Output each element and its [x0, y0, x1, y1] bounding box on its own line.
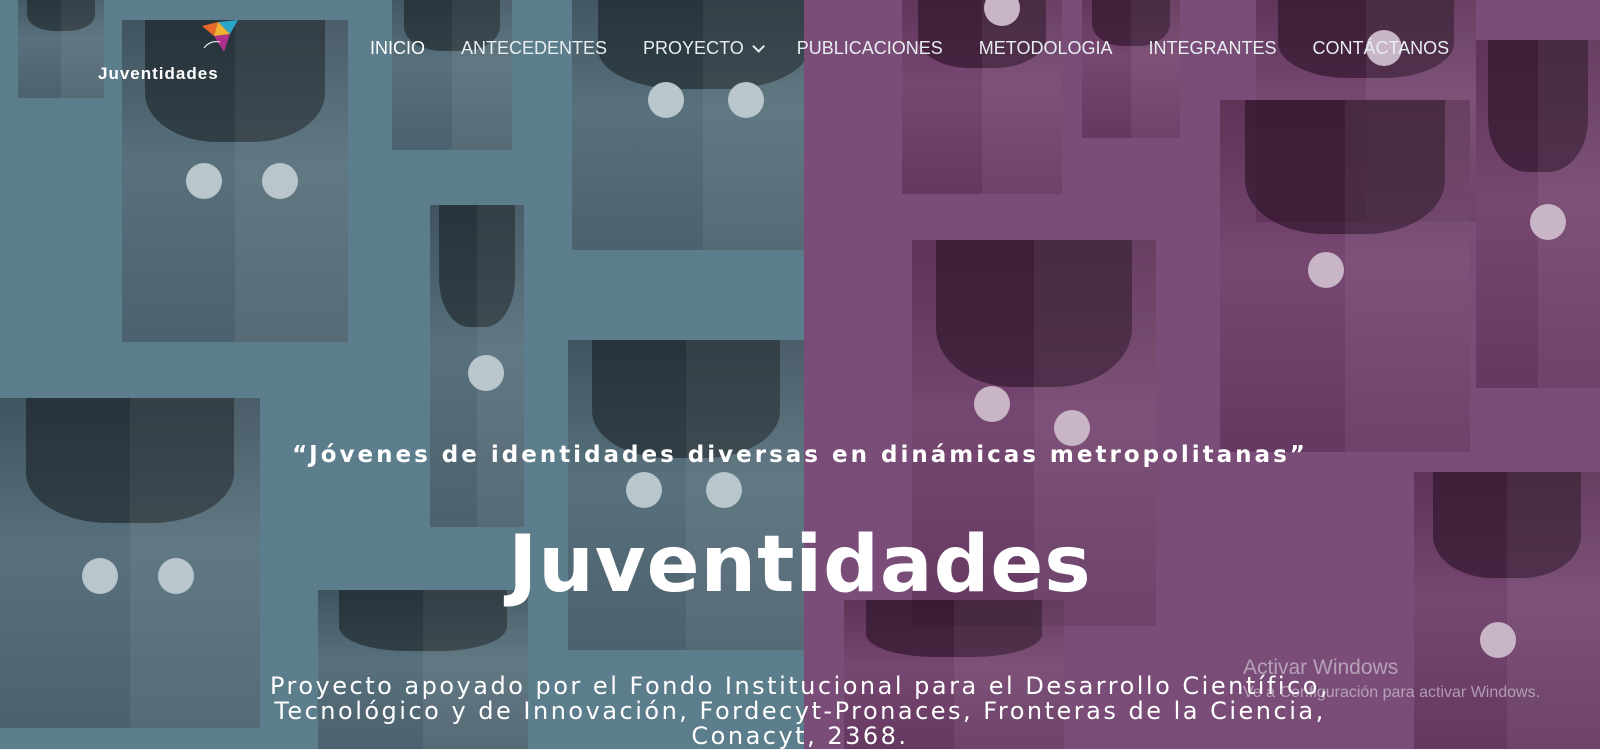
nav-item-label: ANTECEDENTES [461, 38, 608, 58]
hero-title: Juventidades [508, 520, 1092, 610]
portrait-photo [1220, 100, 1470, 452]
portrait-photo [1476, 40, 1600, 388]
watermark-subtitle: Ve a Configuración para activar Windows. [1243, 684, 1541, 701]
hero-right-panel [804, 0, 1600, 750]
nav-item-label: METODOLOGIA [978, 38, 1113, 58]
nav-item-publicaciones[interactable]: PUBLICACIONES [797, 38, 943, 59]
chevron-down-icon [751, 40, 765, 53]
portrait-photo [430, 205, 524, 527]
nav-item-label: INTEGRANTES [1148, 38, 1277, 58]
portrait-photo [1414, 472, 1600, 750]
hero-banner: Juventidades INICIO ANTECEDENTES PROYECT… [0, 0, 1600, 750]
hero-subtitle: Proyecto apoyado por el Fondo Institucio… [269, 674, 1331, 750]
nav-item-integrantes[interactable]: INTEGRANTES [1148, 38, 1276, 59]
windows-activation-watermark: Activar Windows Ve a Configuración para … [1243, 656, 1540, 702]
portrait-photo [18, 0, 104, 98]
nav-item-metodologia[interactable]: METODOLOGIA [979, 38, 1113, 59]
main-nav: INICIO ANTECEDENTES PROYECTO PUBLICACION… [370, 38, 1485, 59]
nav-item-antecedentes[interactable]: ANTECEDENTES [461, 38, 607, 59]
portrait-photo [392, 0, 512, 150]
nav-item-label: INICIO [370, 38, 426, 58]
logo-text: Juventidades [98, 64, 219, 83]
nav-item-label: PROYECTO [643, 38, 744, 58]
nav-item-inicio[interactable]: INICIO [370, 38, 425, 59]
hero-left-panel [0, 0, 834, 750]
hero-quote: “Jóvenes de identidades diversas en diná… [292, 442, 1308, 468]
portrait-photo [902, 0, 1062, 194]
nav-item-label: PUBLICACIONES [796, 38, 943, 58]
nav-item-proyecto[interactable]: PROYECTO [643, 38, 765, 59]
portrait-photo [1082, 0, 1180, 138]
site-logo[interactable]: Juventidades [98, 20, 248, 90]
nav-item-label: CONTÁCTANOS [1312, 38, 1450, 58]
origami-bird-icon [202, 20, 238, 52]
nav-item-contactanos[interactable]: CONTÁCTANOS [1313, 38, 1450, 59]
watermark-title: Activar Windows [1243, 656, 1399, 679]
